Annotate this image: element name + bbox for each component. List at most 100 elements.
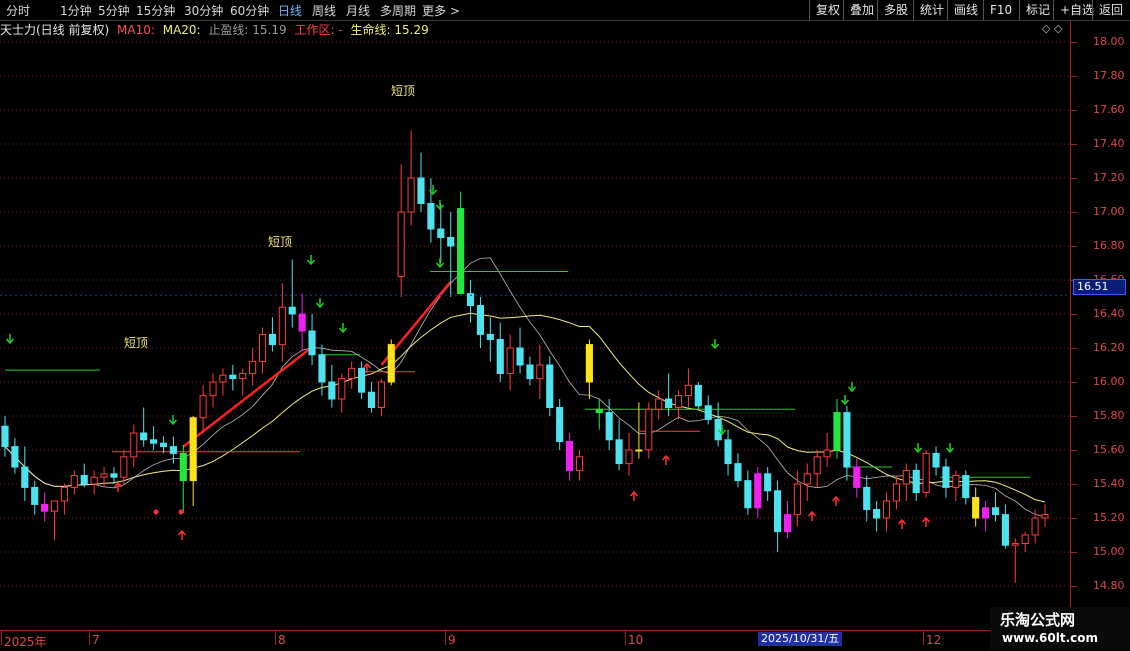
candle-body [447,237,455,247]
period-tab-1[interactable]: 1分钟 [60,2,92,19]
up-arrow-icon [897,518,907,529]
signal-dot [153,509,159,515]
date-label: 12 [926,633,942,647]
period-toolbar: 分时 1分钟 5分钟 15分钟 30分钟 60分钟 日线 周线 月线 多周期 更多 > 复权 叠加 多股统… [0,0,1130,21]
toolbar-button-2[interactable]: 多股 [877,0,914,20]
watermark-title: 乐淘公式网 [1000,611,1076,629]
candle-body [694,384,702,407]
period-tab-4[interactable]: 30分钟 [184,2,223,19]
candle-body [863,486,871,510]
watermark-url: www.60lt.com [1002,631,1099,645]
date-label: 8 [278,633,286,647]
date-label: 9 [448,633,456,647]
price-tick [1071,314,1077,315]
period-tab-6[interactable]: 日线 [278,2,302,19]
candle-body [843,412,851,468]
up-arrow-icon [921,516,931,527]
down-arrow-icon [435,258,445,269]
candle-body [120,456,128,478]
toolbar-button-1[interactable]: 叠加 [843,0,880,20]
candle-body [972,497,980,519]
date-label: 10 [628,633,644,647]
up-arrow-icon [661,454,671,465]
candle-body [417,177,425,204]
candle-body [486,333,494,340]
period-tab-10[interactable]: 更多 > [422,2,460,19]
candle-body [922,452,930,493]
toolbar-button-6[interactable]: 标记 [1019,0,1056,20]
candle-body [625,449,633,465]
period-tab-7[interactable]: 周线 [312,2,336,19]
candle-body [744,480,752,509]
candle-body [962,475,970,499]
candle-body [80,475,88,485]
period-tab-3[interactable]: 15分钟 [136,2,175,19]
price-tick-label: 17.60 [1093,103,1125,116]
candle-body [952,475,960,488]
price-tick-label: 15.80 [1093,409,1125,422]
period-tab-5[interactable]: 60分钟 [230,2,269,19]
candle-body [219,374,227,383]
price-tick [1071,382,1077,383]
short-top-label: 短顶 [268,235,292,249]
candle-body [288,306,296,315]
date-separator [89,631,90,645]
price-tick [1071,42,1077,43]
candle-body [853,466,861,488]
date-separator [445,631,446,645]
candle-body [982,507,990,519]
toolbar-button-8[interactable]: 返回 [1092,0,1129,20]
period-tab-0[interactable]: 分时 [6,2,30,19]
period-tab-9[interactable]: 多周期 [380,2,416,19]
candle-body [585,344,593,383]
price-tick [1071,586,1077,587]
date-separator [275,631,276,645]
candle-body [902,469,910,485]
candle-body [1,425,9,448]
candle-body [169,446,177,454]
candle-body [1011,543,1019,546]
price-tick [1071,416,1077,417]
candle-body [793,483,801,516]
price-tick-label: 17.40 [1093,137,1125,150]
price-tick-label: 18.00 [1093,35,1125,48]
price-tick [1071,484,1077,485]
period-tab-2[interactable]: 5分钟 [98,2,130,19]
toolbar-button-3[interactable]: 统计 [913,0,950,20]
down-arrow-icon [847,382,857,393]
candle-body [912,469,920,493]
price-tick [1071,246,1077,247]
date-label: 2025年 [4,635,47,649]
candle-body [655,398,663,410]
candle-body [764,473,772,492]
candle-body [298,313,306,332]
candle-body [873,509,881,519]
candle-body [1021,534,1029,544]
candle-body [556,407,564,442]
up-arrow-icon [831,495,841,506]
price-tick-label: 16.80 [1093,239,1125,252]
candle-body [496,339,504,374]
candle-body [536,364,544,380]
toolbar-button-5[interactable]: F10 [983,0,1018,20]
candle-body [100,473,108,478]
price-axis: 18.0017.8017.6017.4017.2017.0016.8016.60… [1070,20,1130,630]
price-tick-label: 15.60 [1093,443,1125,456]
candle-body [714,418,722,441]
candle-body [179,452,187,482]
candle-body [199,395,207,419]
period-tab-8[interactable]: 月线 [346,2,370,19]
toolbar-button-0[interactable]: 复权 [809,0,846,20]
candle-body [60,486,68,502]
candlestick-chart[interactable]: 短顶短顶短顶 [0,20,1070,630]
candle-body [427,203,435,230]
price-tick-label: 15.20 [1093,511,1125,524]
price-tick [1071,552,1077,553]
candle-body [734,463,742,482]
candle-body [268,333,276,346]
candle-body [189,417,197,482]
toolbar-button-4[interactable]: 画线 [947,0,984,20]
candle-body [367,391,376,409]
candle-body [308,330,316,356]
candle-body [377,381,385,408]
